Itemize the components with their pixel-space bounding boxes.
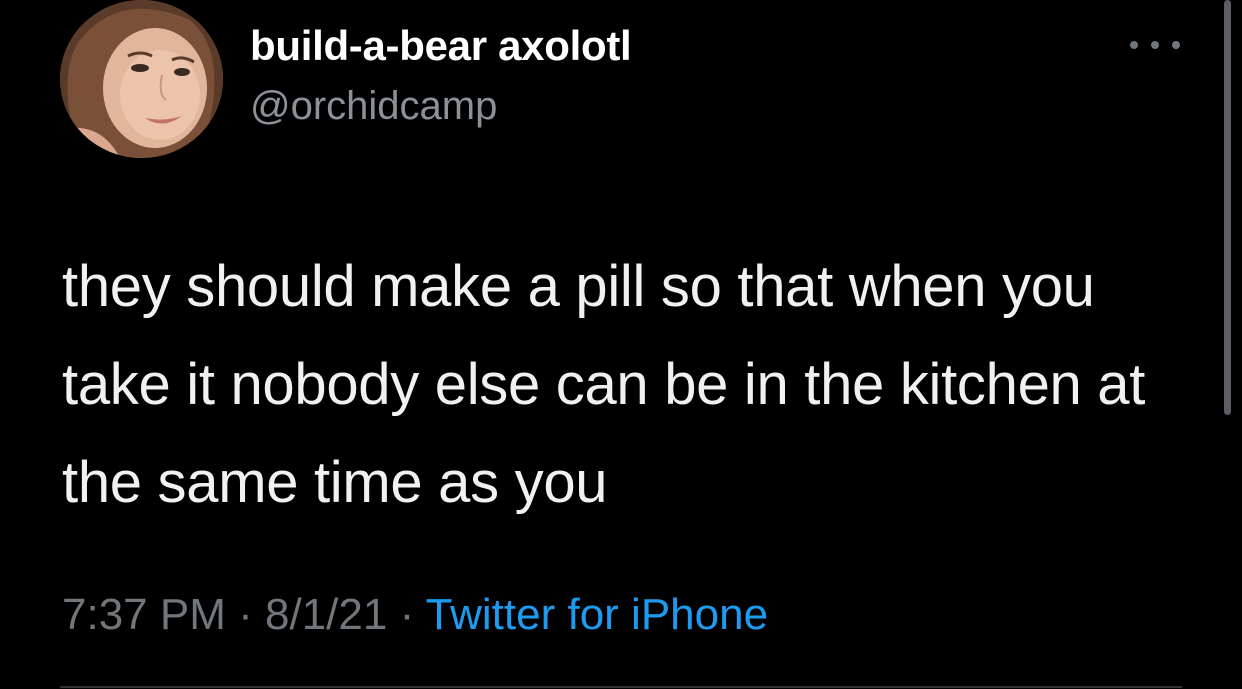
more-horizontal-icon[interactable] [1130,30,1180,60]
tweet-time[interactable]: 7:37 PM [62,590,226,639]
tweet-text: they should make a pill so that when you… [62,254,1146,515]
tweet-source-link[interactable]: Twitter for iPhone [426,590,768,639]
more-dot [1172,41,1180,49]
tweet: build-a-bear axolotl @orchidcamp they sh… [0,0,1242,689]
more-dot [1151,41,1159,49]
more-dot [1130,41,1138,49]
display-name[interactable]: build-a-bear axolotl [250,22,632,70]
meta-separator: · [399,590,415,639]
user-handle[interactable]: @orchidcamp [250,84,497,129]
tweet-metadata: 7:37 PM · 8/1/21 · Twitter for iPhone [62,590,768,640]
avatar[interactable] [60,0,223,158]
tweet-date[interactable]: 8/1/21 [265,590,387,639]
divider [60,686,1182,688]
meta-separator: · [238,590,253,639]
avatar-photo [60,0,223,158]
scrollbar[interactable] [1224,0,1231,415]
